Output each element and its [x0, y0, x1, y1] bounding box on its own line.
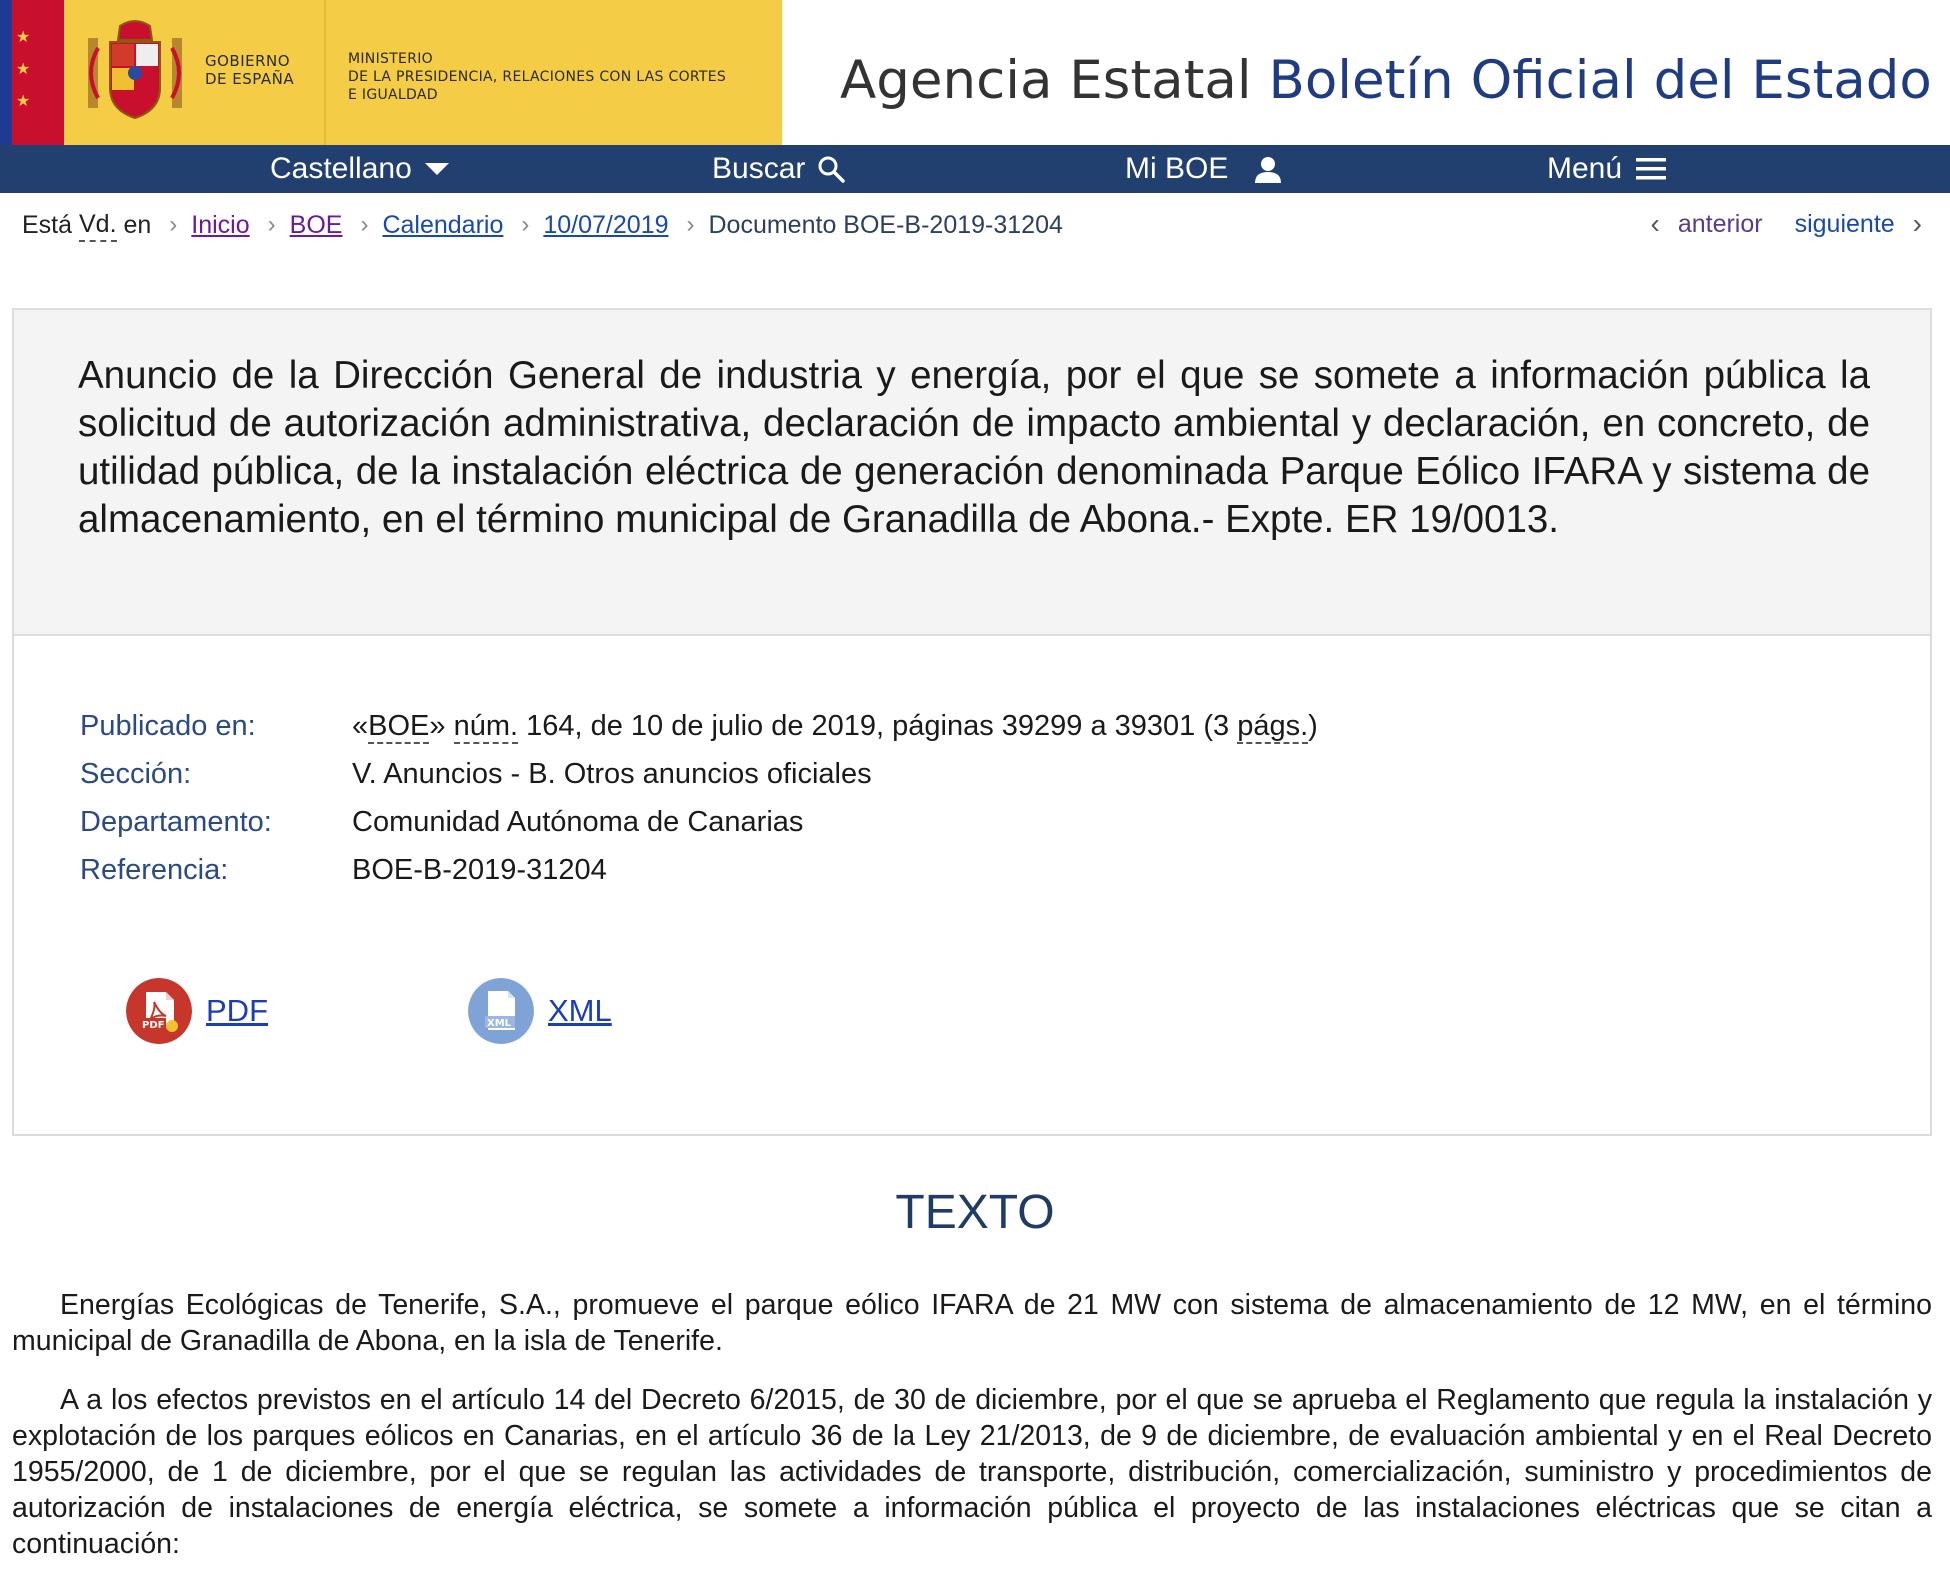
- ministerio-label: MINISTERIO DE LA PRESIDENCIA, RELACIONES…: [348, 51, 727, 103]
- published-value: «BOE» núm. 164, de 10 de julio de 2019, …: [352, 710, 1318, 744]
- chevron-right-icon: ›: [169, 211, 178, 238]
- department-label: Departamento:: [80, 806, 272, 838]
- language-label: Castellano: [270, 152, 412, 185]
- user-icon: [1255, 157, 1282, 183]
- agency-title[interactable]: Agencia Estatal Boletín Oficial del Esta…: [840, 46, 1932, 116]
- pags-abbr: págs.: [1237, 710, 1309, 744]
- menu-label: Menú: [1547, 152, 1623, 185]
- document-metadata: Publicado en: «BOE» núm. 164, de 10 de j…: [80, 702, 1318, 894]
- boe-abbr: BOE: [368, 710, 430, 744]
- xml-download[interactable]: XML XML: [468, 978, 612, 1044]
- meta-row-department: Departamento: Comunidad Autónoma de Cana…: [80, 798, 1318, 846]
- section-value: V. Anuncios - B. Otros anuncios oficiale…: [352, 758, 872, 790]
- meta-row-section: Sección: V. Anuncios - B. Otros anuncios…: [80, 750, 1318, 798]
- agency-name: Boletín Oficial del Estado: [1268, 50, 1932, 111]
- breadcrumb-date[interactable]: 10/07/2019: [543, 209, 668, 241]
- gobierno-de-espana-label: GOBIERNO DE ESPAÑA: [205, 52, 295, 88]
- caret-down-icon: [424, 163, 449, 175]
- num-abbr: núm.: [453, 710, 519, 744]
- hamburger-icon: [1636, 158, 1667, 180]
- svg-text:PDF: PDF: [142, 1020, 164, 1031]
- meta-row-published: Publicado en: «BOE» núm. 164, de 10 de j…: [80, 702, 1318, 750]
- pdf-file-icon[interactable]: PDF: [126, 978, 192, 1044]
- main-nav: Castellano Buscar Mi BOE Menú: [0, 145, 1950, 193]
- pdf-download[interactable]: PDF PDF: [126, 978, 268, 1044]
- breadcrumb: Está Vd. en › Inicio › BOE › Calendario …: [22, 208, 1063, 242]
- mi-boe-label: Mi BOE: [1125, 152, 1229, 185]
- reference-value: BOE-B-2019-31204: [352, 854, 607, 886]
- chevron-right-icon: ›: [1912, 208, 1922, 239]
- published-label: Publicado en:: [80, 710, 256, 742]
- breadcrumb-calendario[interactable]: Calendario: [382, 209, 503, 241]
- document-pager: ‹ anterior siguiente ›: [1651, 208, 1923, 240]
- chevron-right-icon: ›: [521, 211, 530, 238]
- coat-of-arms-icon: [88, 20, 182, 120]
- breadcrumb-inicio[interactable]: Inicio: [191, 209, 249, 241]
- document-title: Anuncio de la Dirección General de indus…: [78, 354, 1870, 541]
- document-title-area: Anuncio de la Dirección General de indus…: [14, 310, 1930, 636]
- search-label: Buscar: [712, 152, 806, 185]
- logo-divider: [324, 0, 326, 145]
- eu-stars-icon: ★ ★ ★: [16, 29, 31, 110]
- agency-prefix: Agencia Estatal: [840, 50, 1252, 111]
- department-value: Comunidad Autónoma de Canarias: [352, 806, 804, 838]
- breadcrumb-prefix: Está: [22, 211, 73, 239]
- menu-button[interactable]: Menú: [1547, 145, 1668, 193]
- xml-link[interactable]: XML: [548, 993, 612, 1029]
- texto-heading: TEXTO: [895, 1186, 1055, 1239]
- breadcrumb-abbr: Vd.: [78, 208, 117, 242]
- chevron-right-icon: ›: [360, 211, 369, 238]
- next-link[interactable]: siguiente: [1795, 208, 1895, 240]
- spain-red-stripe: [34, 0, 64, 145]
- meta-row-reference: Referencia: BOE-B-2019-31204: [80, 846, 1318, 894]
- body-paragraph-1: Energías Ecológicas de Tenerife, S.A., p…: [12, 1289, 1932, 1357]
- breadcrumb-boe[interactable]: BOE: [290, 209, 343, 241]
- chevron-left-icon: ‹: [1650, 208, 1660, 239]
- mi-boe-button[interactable]: Mi BOE: [1125, 145, 1290, 193]
- xml-file-icon[interactable]: XML: [468, 978, 534, 1044]
- pdf-link[interactable]: PDF: [206, 993, 268, 1029]
- document-summary: Anuncio de la Dirección General de indus…: [12, 308, 1932, 1136]
- previous-link[interactable]: anterior: [1678, 208, 1763, 240]
- government-logo-block[interactable]: ★ ★ ★ GOBIERNO DE ESPAÑA MINISTERIO DE LA …: [0, 0, 782, 145]
- eu-flag-strip: [0, 0, 12, 145]
- search-icon: [818, 156, 846, 183]
- reference-label: Referencia:: [80, 854, 229, 886]
- breadcrumb-current: Documento BOE-B-2019-31204: [708, 211, 1063, 239]
- download-links: PDF PDF XML XML: [126, 978, 812, 1044]
- language-selector[interactable]: Castellano: [270, 145, 450, 193]
- section-label: Sección:: [80, 758, 192, 790]
- breadcrumb-prefix-en: en: [123, 211, 152, 239]
- svg-text:XML: XML: [487, 1018, 512, 1029]
- chevron-right-icon: ›: [686, 211, 695, 238]
- body-paragraph-2: A a los efectos previstos en el artículo…: [12, 1384, 1932, 1560]
- chevron-right-icon: ›: [267, 211, 276, 238]
- site-header: ★ ★ ★ GOBIERNO DE ESPAÑA MINISTERIO DE LA …: [0, 0, 1950, 145]
- search-button[interactable]: Buscar: [712, 145, 846, 193]
